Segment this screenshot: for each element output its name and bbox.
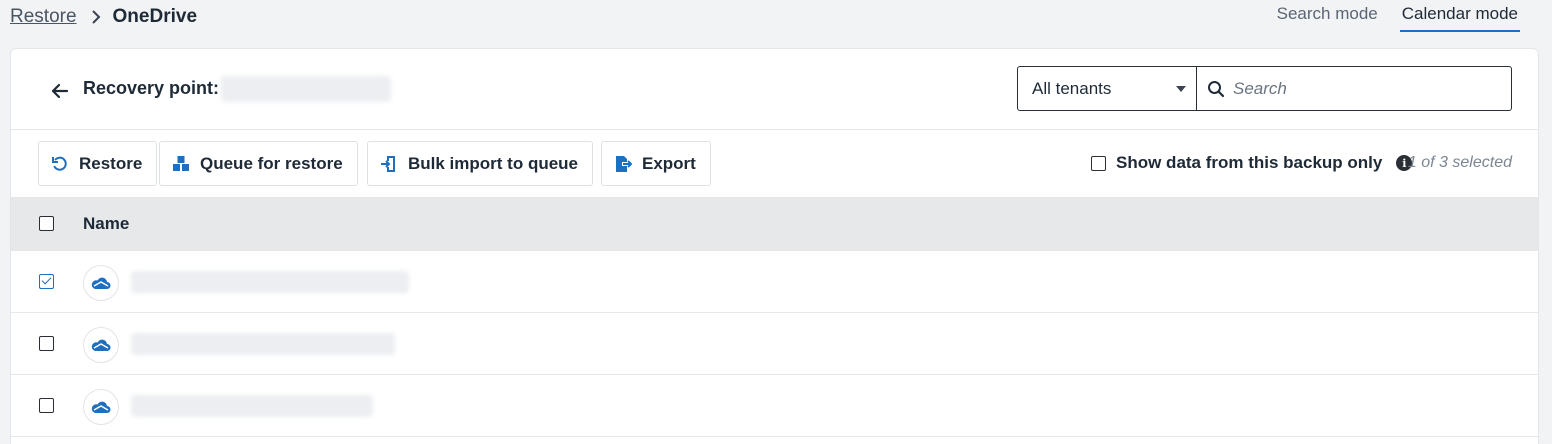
tab-calendar-mode[interactable]: Calendar mode — [1399, 4, 1520, 32]
table-header: Name — [11, 197, 1538, 251]
onedrive-cloud-icon — [83, 389, 119, 425]
export-button[interactable]: Export — [601, 141, 711, 186]
restore-icon — [51, 155, 69, 173]
table-row[interactable] — [11, 375, 1538, 437]
back-arrow-icon[interactable] — [49, 80, 71, 102]
search-input[interactable] — [1233, 78, 1503, 99]
column-name[interactable]: Name — [83, 214, 129, 234]
export-icon — [614, 155, 632, 173]
breadcrumb-restore-link[interactable]: Restore — [10, 6, 77, 28]
show-data-checkbox[interactable] — [1091, 155, 1106, 171]
row-name — [131, 395, 373, 417]
bulk-import-button[interactable]: Bulk import to queue — [367, 141, 593, 186]
breadcrumb-current: OneDrive — [112, 6, 198, 27]
restore-button[interactable]: Restore — [38, 141, 158, 186]
row-name — [131, 271, 409, 293]
bulk-import-icon — [380, 155, 398, 173]
row-checkbox[interactable] — [39, 336, 54, 351]
row-checkbox[interactable] — [39, 274, 54, 289]
breadcrumb: Restore OneDrive — [10, 6, 197, 28]
toolbar: Restore Queue for restore Bulk import to… — [11, 131, 1538, 197]
onedrive-cloud-icon — [83, 327, 119, 363]
row-name — [131, 333, 395, 355]
tenant-select[interactable]: All tenants — [1017, 66, 1197, 111]
table-row[interactable] — [11, 251, 1538, 313]
caret-down-icon — [1176, 86, 1186, 92]
search-box — [1196, 66, 1512, 111]
selection-count: 1 of 3 selected — [1407, 154, 1512, 171]
chevron-right-icon — [89, 10, 103, 24]
onedrive-cloud-icon — [83, 265, 119, 301]
export-button-label: Export — [642, 153, 696, 173]
recovery-point-label: Recovery point: — [83, 78, 220, 98]
row-checkbox[interactable] — [39, 398, 54, 413]
mode-tabs: Search mode Calendar mode — [1277, 4, 1520, 32]
select-all-checkbox[interactable] — [39, 216, 54, 231]
table-row[interactable] — [11, 313, 1538, 375]
restore-button-label: Restore — [79, 153, 143, 173]
tab-search-mode[interactable]: Search mode — [1277, 4, 1378, 32]
show-data-label: Show data from this backup only — [1116, 153, 1383, 172]
tenant-select-value: All tenants — [1032, 78, 1112, 98]
queue-icon — [172, 155, 190, 173]
queue-for-restore-button[interactable]: Queue for restore — [159, 141, 358, 186]
show-data-toggle: Show data from this backup only i — [1091, 153, 1413, 173]
queue-button-label: Queue for restore — [200, 153, 343, 173]
bulk-button-label: Bulk import to queue — [408, 153, 578, 173]
search-icon — [1207, 80, 1225, 98]
restore-card: Recovery point: All tenants Restore Queu… — [10, 48, 1539, 444]
recovery-point-value — [221, 76, 391, 102]
recovery-header: Recovery point: All tenants — [11, 49, 1538, 130]
